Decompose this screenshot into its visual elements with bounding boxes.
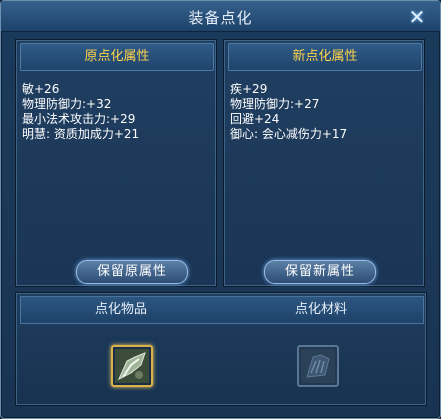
item-slot[interactable]: [111, 345, 153, 387]
original-attribute: 明慧: 资质加成力+21: [22, 127, 140, 141]
equipment-enhance-window: 装备点化 ✕ 原点化属性 敏+26 物理防御力:+32 最小法术攻击力:+29 …: [0, 0, 441, 419]
original-attribute: 最小法术攻击力:+29: [22, 112, 136, 126]
material-placeholder-icon: [301, 349, 335, 383]
original-attributes-panel: 原点化属性 敏+26 物理防御力:+32 最小法术攻击力:+29 明慧: 资质加…: [15, 39, 217, 287]
close-icon[interactable]: ✕: [407, 7, 427, 27]
original-attribute: 敏+26: [22, 82, 60, 96]
material-slot[interactable]: [297, 345, 339, 387]
original-attributes-header: 原点化属性: [20, 43, 214, 71]
new-attribute: 回避+24: [230, 112, 280, 126]
original-attribute: 物理防御力:+32: [22, 97, 112, 111]
item-slot-label: 点化物品: [94, 302, 147, 317]
new-attribute: 御心: 会心减伤力+17: [230, 127, 348, 141]
title-bar[interactable]: 装备点化 ✕: [1, 1, 440, 32]
window-title: 装备点化: [188, 9, 253, 27]
enhance-slots-panel: 点化物品 点化材料: [15, 292, 427, 406]
new-attributes-list: 疾+29 物理防御力:+27 回避+24 御心: 会心减伤力+17: [230, 82, 347, 142]
material-slot-label: 点化材料: [294, 302, 347, 317]
slots-header: 点化物品 点化材料: [20, 296, 424, 324]
equipment-item-icon: [115, 349, 149, 383]
original-attributes-list: 敏+26 物理防御力:+32 最小法术攻击力:+29 明慧: 资质加成力+21: [22, 82, 139, 142]
new-attributes-header: 新点化属性: [228, 43, 422, 71]
keep-new-button[interactable]: 保留新属性: [264, 260, 376, 284]
keep-original-button[interactable]: 保留原属性: [76, 260, 188, 284]
new-attribute: 疾+29: [230, 82, 268, 96]
new-attribute: 物理防御力:+27: [230, 97, 320, 111]
new-attributes-panel: 新点化属性 疾+29 物理防御力:+27 回避+24 御心: 会心减伤力+17 …: [223, 39, 425, 287]
